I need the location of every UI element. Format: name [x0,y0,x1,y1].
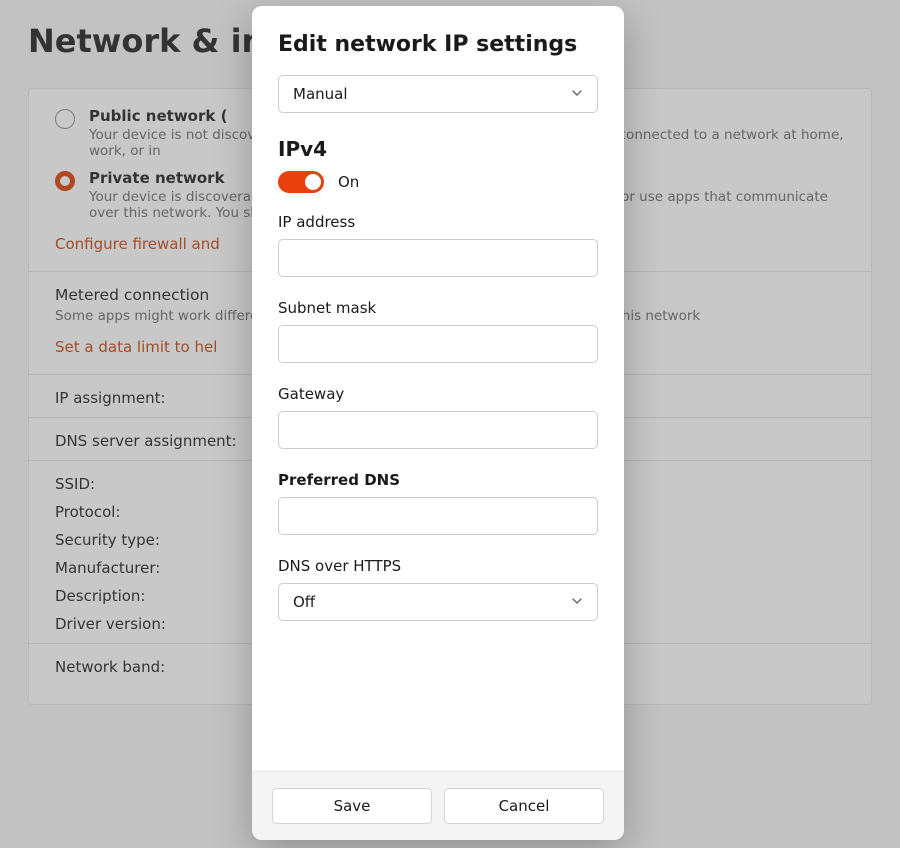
save-button[interactable]: Save [272,788,432,824]
radio-icon [55,171,75,191]
dialog-title: Edit network IP settings [278,32,598,57]
doh-value: Off [293,593,315,611]
cancel-button[interactable]: Cancel [444,788,604,824]
radio-icon [55,109,75,129]
subnet-input[interactable] [278,325,598,363]
dns-input[interactable] [278,497,598,535]
ipv4-toggle[interactable] [278,171,324,193]
dns-label: Preferred DNS [278,471,598,489]
toggle-knob-icon [305,174,321,190]
ip-address-input[interactable] [278,239,598,277]
dialog-footer: Save Cancel [252,771,624,840]
doh-label: DNS over HTTPS [278,557,598,575]
gateway-label: Gateway [278,385,598,403]
subnet-label: Subnet mask [278,299,598,317]
chevron-down-icon [571,593,583,611]
ipv4-heading: IPv4 [278,137,598,161]
chevron-down-icon [571,85,583,103]
ip-address-label: IP address [278,213,598,231]
ip-mode-select[interactable]: Manual [278,75,598,113]
toggle-state-label: On [338,173,359,191]
description-label: Description: [55,587,145,605]
ip-mode-value: Manual [293,85,348,103]
doh-select[interactable]: Off [278,583,598,621]
ipv4-toggle-row: On [278,171,598,193]
gateway-input[interactable] [278,411,598,449]
edit-ip-dialog: Edit network IP settings Manual IPv4 On … [252,6,624,840]
